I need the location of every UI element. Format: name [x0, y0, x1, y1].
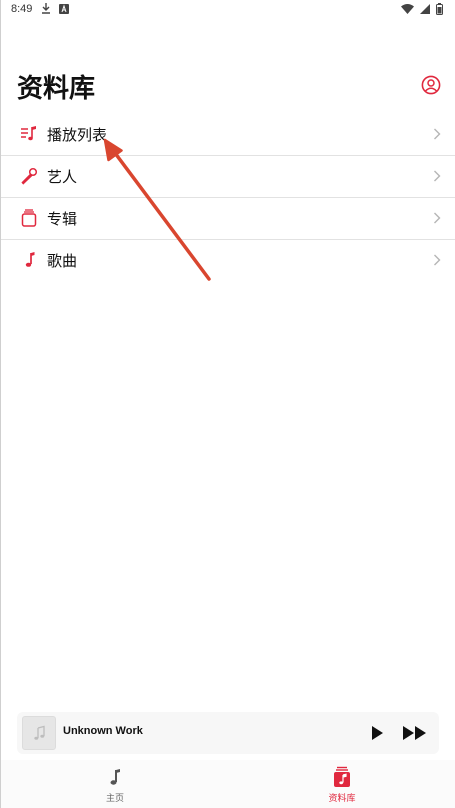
status-bar: 8:49: [1, 0, 455, 20]
battery-icon: [436, 3, 443, 15]
library-item-playlists[interactable]: 播放列表: [1, 114, 455, 156]
library-item-albums[interactable]: 专辑: [1, 198, 455, 240]
tab-label: 主页: [105, 794, 124, 804]
library-item-label: 播放列表: [47, 126, 108, 144]
library-icon: [334, 766, 350, 787]
chevron-right-icon: [434, 212, 441, 224]
mini-player-artwork: [22, 716, 56, 750]
home-note-icon: [110, 769, 120, 785]
status-time: 8:49: [11, 3, 33, 15]
account-circle-icon: [421, 75, 441, 95]
download-icon: [42, 3, 50, 14]
chevron-right-icon: [434, 170, 441, 182]
music-note-icon: [25, 252, 35, 267]
library-item-artists[interactable]: 艺人: [1, 156, 455, 198]
album-icon: [21, 209, 37, 227]
library-item-label: 歌曲: [47, 252, 78, 270]
library-item-label: 艺人: [47, 168, 78, 186]
signal-icon: [420, 4, 430, 14]
library-screen: 8:49 资料库 播放列表 艺人 专辑 歌曲 Unknown Work 主页 资…: [0, 0, 455, 808]
library-list: 播放列表 艺人 专辑 歌曲: [1, 114, 455, 281]
play-icon[interactable]: [369, 725, 385, 741]
chevron-right-icon: [434, 254, 441, 266]
account-button[interactable]: [421, 75, 441, 95]
library-item-label: 专辑: [47, 210, 78, 228]
playlist-icon: [21, 126, 36, 141]
a-notification-icon: [59, 3, 69, 14]
music-note-icon: [34, 725, 45, 740]
status-left-icons: [41, 3, 69, 14]
tab-home[interactable]: 主页: [85, 766, 145, 804]
tab-label: 资料库: [328, 794, 356, 804]
microphone-icon: [21, 167, 38, 185]
status-right-icons: [401, 3, 443, 15]
tab-bar: 主页 资料库: [1, 760, 455, 808]
page-title: 资料库: [17, 74, 96, 104]
fast-forward-icon[interactable]: [402, 725, 428, 741]
mini-player-title: Unknown Work: [63, 725, 143, 737]
mini-player[interactable]: Unknown Work: [17, 712, 439, 754]
chevron-right-icon: [434, 128, 441, 140]
tab-library[interactable]: 资料库: [312, 766, 372, 804]
library-item-songs[interactable]: 歌曲: [1, 240, 455, 281]
wifi-icon: [401, 4, 414, 14]
